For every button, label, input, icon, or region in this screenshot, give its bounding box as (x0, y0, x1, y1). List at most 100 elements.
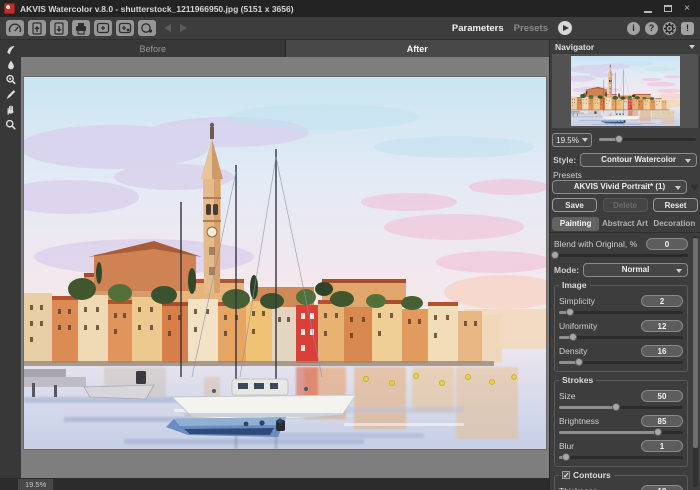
close-icon[interactable]: × (684, 4, 690, 14)
blend-label: Blend with Original, % (554, 239, 637, 249)
image-canvas[interactable] (21, 57, 549, 478)
watercolor-painting (24, 77, 546, 449)
feedback-icon[interactable]: ! (681, 22, 694, 35)
tab-before[interactable]: Before (21, 40, 286, 57)
blur-value[interactable]: 1 (641, 440, 683, 452)
tool-panel (0, 40, 21, 478)
tab-after[interactable]: After (286, 40, 550, 57)
navigator-header[interactable]: Navigator (550, 40, 700, 54)
contours-checkbox[interactable]: ✓ (562, 471, 570, 479)
maximize-icon[interactable] (664, 5, 672, 12)
workspace-gauge-button[interactable] (6, 20, 24, 36)
titlebar: AKVIS Watercolor v.8.0 - shutterstock_12… (0, 0, 700, 17)
about-icon[interactable]: i (627, 22, 640, 35)
preset-dropdown[interactable]: AKVIS Vivid Portrait* (1) (552, 180, 687, 194)
print-button[interactable] (72, 20, 90, 36)
delete-preset-button: Delete (603, 198, 648, 212)
settings-panel: Navigator 19.5% Style: Contour Watercolo… (549, 40, 700, 490)
navigator-thumbnail[interactable] (571, 56, 680, 126)
akvis-watercolor-window: AKVIS Watercolor v.8.0 - shutterstock_12… (0, 0, 700, 490)
blur-label: Blur (559, 441, 574, 451)
quick-stroke-brush-icon[interactable] (3, 44, 18, 55)
size-value[interactable]: 50 (641, 390, 683, 402)
navigator-frame (552, 54, 698, 128)
blur-drop-tool-icon[interactable] (3, 59, 18, 70)
save-image-button[interactable] (50, 20, 68, 36)
undo-icon[interactable] (160, 21, 174, 35)
redo-icon[interactable] (176, 21, 190, 35)
help-icon[interactable]: ? (645, 22, 658, 35)
import-presets-button[interactable] (94, 20, 112, 36)
result-image[interactable] (24, 77, 546, 449)
parameters-area: Blend with Original, % 0 Mode: Normal Im… (550, 232, 700, 490)
blur-slider[interactable] (559, 453, 683, 462)
brightness-value[interactable]: 85 (641, 415, 683, 427)
style-dropdown[interactable]: Contour Watercolor (580, 153, 697, 167)
zoom-value: 19.5% (556, 136, 579, 145)
zoom-slider[interactable] (599, 135, 696, 144)
parameters-mode-button[interactable]: Parameters (452, 23, 504, 34)
app-icon (4, 3, 15, 14)
presets-row: AKVIS Vivid Portrait* (1) ♥ (552, 179, 698, 194)
chevron-down-icon (685, 159, 691, 163)
image-group-title: Image (559, 280, 590, 290)
brightness-label: Brightness (559, 416, 599, 426)
blend-value[interactable]: 0 (646, 238, 688, 250)
run-icon[interactable] (558, 21, 572, 35)
chevron-down-icon (582, 138, 588, 142)
image-group: Image Simplicity 2 Uniformity 12 Density (554, 285, 688, 372)
navigator-painting (571, 56, 680, 126)
blend-slider[interactable] (554, 251, 688, 260)
uniformity-value[interactable]: 12 (641, 320, 683, 332)
style-label: Style: (553, 155, 576, 165)
thickness-label: Thickness (559, 486, 597, 490)
history-brush-tool-icon[interactable] (3, 74, 18, 85)
uniformity-slider[interactable] (559, 333, 683, 342)
view-tabbar: Before After (21, 40, 549, 57)
contours-group: ✓ Contours Thickness 19 Sensitivity 7 (554, 475, 688, 490)
contours-group-title: Contours (573, 470, 611, 480)
preset-value: AKVIS Vivid Portrait* (1) (574, 182, 665, 191)
panel-scrollbar[interactable] (693, 236, 698, 487)
tab-decoration[interactable]: Decoration (651, 217, 698, 231)
preset-buttons: Save Delete Reset (552, 198, 698, 213)
save-preset-button[interactable]: Save (552, 198, 597, 212)
parameter-tabs: Painting Abstract Art Decoration (552, 216, 698, 231)
brightness-slider[interactable] (559, 428, 683, 437)
reset-preset-button[interactable]: Reset (653, 198, 698, 212)
window-title: AKVIS Watercolor v.8.0 - shutterstock_12… (20, 4, 294, 14)
density-label: Density (559, 346, 587, 356)
style-value: Contour Watercolor (601, 155, 676, 164)
presets-mode-button[interactable]: Presets (514, 23, 548, 34)
mode-value: Normal (622, 265, 650, 274)
uniformity-label: Uniformity (559, 321, 597, 331)
favorite-heart-icon[interactable]: ♥ (691, 181, 698, 193)
minimize-icon[interactable] (644, 11, 652, 13)
preferences-gear-icon[interactable] (663, 22, 676, 35)
density-value[interactable]: 16 (641, 345, 683, 357)
export-presets-button[interactable] (116, 20, 134, 36)
density-slider[interactable] (559, 358, 683, 367)
hand-tool-icon[interactable] (3, 104, 18, 115)
navigator-zoom-row: 19.5% (552, 132, 696, 148)
tab-abstract-art[interactable]: Abstract Art (601, 217, 648, 231)
mode-dropdown[interactable]: Normal (583, 263, 688, 277)
toolbar: Parameters Presets i ? ! (0, 17, 700, 40)
style-row: Style: Contour Watercolor (553, 152, 697, 167)
statusbar-zoom-value: 19.5% (18, 479, 53, 490)
simplicity-slider[interactable] (559, 308, 683, 317)
statusbar: 19.5% (0, 478, 549, 490)
navigator-collapse-icon[interactable] (689, 45, 695, 49)
simplicity-value[interactable]: 2 (641, 295, 683, 307)
thickness-value[interactable]: 19 (641, 485, 683, 490)
open-image-button[interactable] (28, 20, 46, 36)
chevron-down-icon (675, 186, 681, 190)
tab-painting[interactable]: Painting (552, 217, 599, 231)
share-button[interactable] (138, 20, 156, 36)
scrollbar-thumb[interactable] (693, 238, 698, 448)
zoom-tool-icon[interactable] (3, 119, 18, 130)
paintbrush-tool-icon[interactable] (3, 89, 18, 100)
size-label: Size (559, 391, 576, 401)
size-slider[interactable] (559, 403, 683, 412)
zoom-dropdown[interactable]: 19.5% (552, 133, 592, 147)
